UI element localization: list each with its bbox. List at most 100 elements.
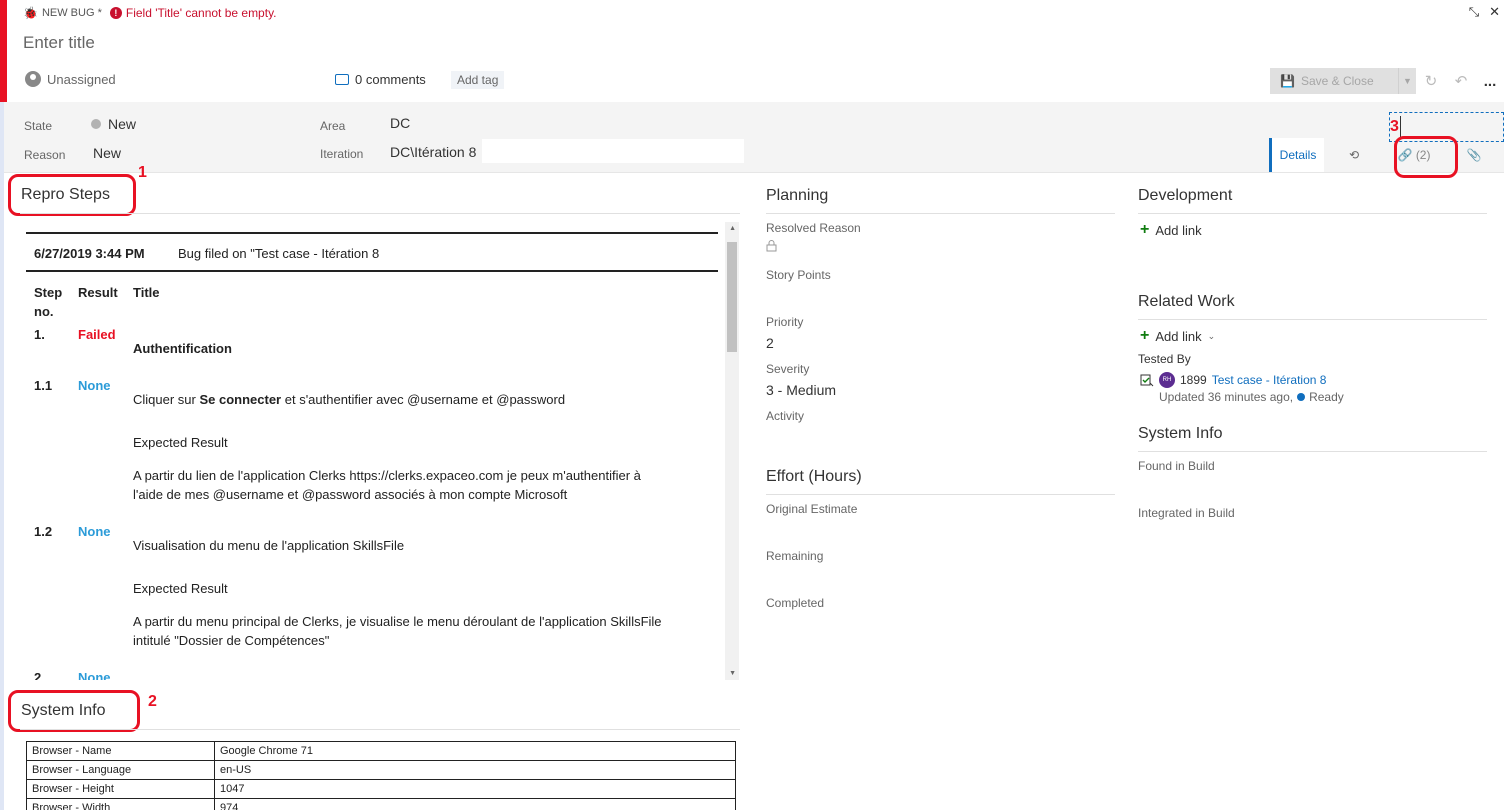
table-row: Browser - Language en-US: [26, 760, 736, 780]
effort-title: Effort (Hours): [766, 468, 862, 485]
related-item-title[interactable]: Test case - Itération 8: [1212, 373, 1327, 387]
col-step: Step: [34, 285, 63, 300]
step-1-1-no: 1.1: [34, 378, 53, 393]
table-row: Browser - Width 974: [26, 798, 736, 810]
table-cell-value: en-US: [214, 760, 736, 780]
more-actions-icon[interactable]: ...: [1476, 73, 1504, 90]
iteration-value[interactable]: DC\Itération 8: [390, 144, 476, 160]
iteration-field-box[interactable]: [482, 139, 744, 163]
table-cell-value: 1047: [214, 779, 736, 799]
repro-steps-editor[interactable]: 6/27/2019 3:44 PM Bug filed on "Test cas…: [26, 222, 739, 680]
step-1-1-expected-2: l'aide de mes @username et @password ass…: [133, 487, 568, 502]
repro-filed-on: Bug filed on "Test case - Itération 8: [178, 246, 380, 261]
annotation-number-1: 1: [138, 164, 147, 181]
step-1-2-action: Visualisation du menu de l'application S…: [133, 538, 405, 553]
repro-datetime: 6/27/2019 3:44 PM: [34, 246, 145, 261]
related-item-id: 1899: [1180, 373, 1207, 387]
table-cell-key: Browser - Height: [26, 779, 215, 799]
step-2-no: 2.: [34, 670, 45, 680]
related-work-divider: [1138, 319, 1487, 320]
priority-value[interactable]: 2: [766, 335, 774, 351]
development-title: Development: [1138, 187, 1233, 204]
table-row: Browser - Name Google Chrome 71: [26, 741, 736, 761]
plus-icon: +: [1140, 221, 1150, 238]
story-points-label: Story Points: [766, 268, 831, 282]
toolbar: 💾 Save & Close ▼ ↻ ↶ ...: [1270, 68, 1504, 94]
step-1-2-result: None: [78, 524, 111, 539]
col-step-no: no.: [34, 304, 54, 319]
planning-title: Planning: [766, 187, 829, 204]
related-item-status: Updated 36 minutes ago, Ready: [1159, 390, 1344, 404]
scroll-down-icon[interactable]: ▼: [729, 670, 736, 677]
save-close-button[interactable]: 💾 Save & Close: [1270, 68, 1398, 94]
col-title: Title: [133, 285, 160, 300]
reason-label: Reason: [24, 148, 66, 162]
repro-steps-title: Repro Steps: [21, 186, 110, 203]
tested-by-label: Tested By: [1138, 352, 1191, 366]
assigned-to-label: Unassigned: [47, 71, 116, 87]
assigned-to-picker[interactable]: Unassigned: [25, 71, 116, 87]
table-cell-value: 974: [214, 798, 736, 810]
error-icon: !: [109, 7, 122, 19]
system-info-table[interactable]: Browser - Name Google Chrome 71 Browser -…: [26, 741, 736, 810]
save-icon: 💾: [1280, 74, 1295, 88]
development-divider: [1138, 213, 1487, 214]
refresh-icon[interactable]: ↻: [1416, 72, 1446, 90]
save-dropdown-chevron-icon[interactable]: ▼: [1398, 68, 1416, 94]
step-1-1-result: None: [78, 378, 111, 393]
related-item-state: Ready: [1309, 390, 1344, 404]
step-1-2-no: 1.2: [34, 524, 53, 539]
work-item-type-line: 🐞 NEW BUG * ! Field 'Title' cannot be em…: [23, 6, 277, 20]
comment-icon: [335, 74, 349, 85]
close-icon[interactable]: ✕: [1489, 4, 1500, 20]
left-rail: [0, 102, 4, 810]
related-add-link-label: Add link: [1155, 328, 1202, 344]
window-controls: ⤡ ✕: [1469, 4, 1500, 20]
original-estimate-label: Original Estimate: [766, 502, 858, 516]
scroll-thumb[interactable]: [727, 242, 737, 352]
tab-details[interactable]: Details: [1269, 138, 1324, 172]
system-info-side-title: System Info: [1138, 425, 1223, 442]
area-value[interactable]: DC: [390, 115, 410, 131]
avatar: RH: [1159, 372, 1175, 388]
repro-rule-bottom: [26, 270, 718, 272]
related-add-link[interactable]: + Add link ⌄: [1140, 327, 1215, 345]
chevron-down-icon: ⌄: [1207, 330, 1216, 341]
comments-link[interactable]: 0 comments: [335, 72, 426, 87]
table-cell-key: Browser - Language: [26, 760, 215, 780]
repro-scrollbar[interactable]: ▲ ▼: [725, 222, 739, 680]
undo-icon[interactable]: ↶: [1446, 72, 1476, 90]
text-caret: [1400, 116, 1401, 138]
annotation-number-2: 2: [148, 693, 157, 710]
title-input[interactable]: [23, 33, 1223, 53]
planning-divider: [766, 213, 1115, 214]
table-cell-key: Browser - Width: [26, 798, 215, 810]
history-icon: ⟲: [1348, 148, 1360, 162]
reason-value[interactable]: New: [93, 145, 121, 161]
severity-value[interactable]: 3 - Medium: [766, 382, 836, 398]
step-1-2-expected-label: Expected Result: [133, 581, 228, 596]
effort-divider: [766, 494, 1115, 495]
repro-divider: [20, 213, 740, 214]
system-info-divider: [20, 729, 740, 730]
form-tabs: Details ⟲ 🔗 (2) 📎: [1269, 138, 1504, 172]
development-add-link[interactable]: + Add link: [1140, 221, 1202, 239]
tab-history[interactable]: ⟲: [1324, 138, 1384, 172]
step-1-title: Authentification: [133, 341, 232, 356]
add-tag-button[interactable]: Add tag: [451, 71, 505, 89]
related-item[interactable]: RH 1899 Test case - Itération 8: [1140, 372, 1326, 388]
collapse-icon[interactable]: ⤡: [1469, 4, 1479, 20]
iteration-label: Iteration: [320, 147, 364, 161]
step-1-1-action-a: Cliquer sur: [133, 392, 200, 407]
annotation-box-3: [1394, 136, 1458, 178]
scroll-up-icon[interactable]: ▲: [729, 225, 736, 232]
col-result: Result: [78, 285, 118, 300]
table-cell-key: Browser - Name: [26, 741, 215, 761]
related-item-updated: Updated 36 minutes ago,: [1159, 390, 1294, 404]
comments-count: 0 comments: [355, 72, 426, 87]
integrated-in-build-label: Integrated in Build: [1138, 506, 1235, 520]
remaining-label: Remaining: [766, 549, 824, 563]
priority-label: Priority: [766, 315, 804, 329]
step-1-1-action-c: et s'authentifier avec @username et @pas…: [281, 392, 566, 407]
state-value[interactable]: New: [108, 116, 136, 132]
